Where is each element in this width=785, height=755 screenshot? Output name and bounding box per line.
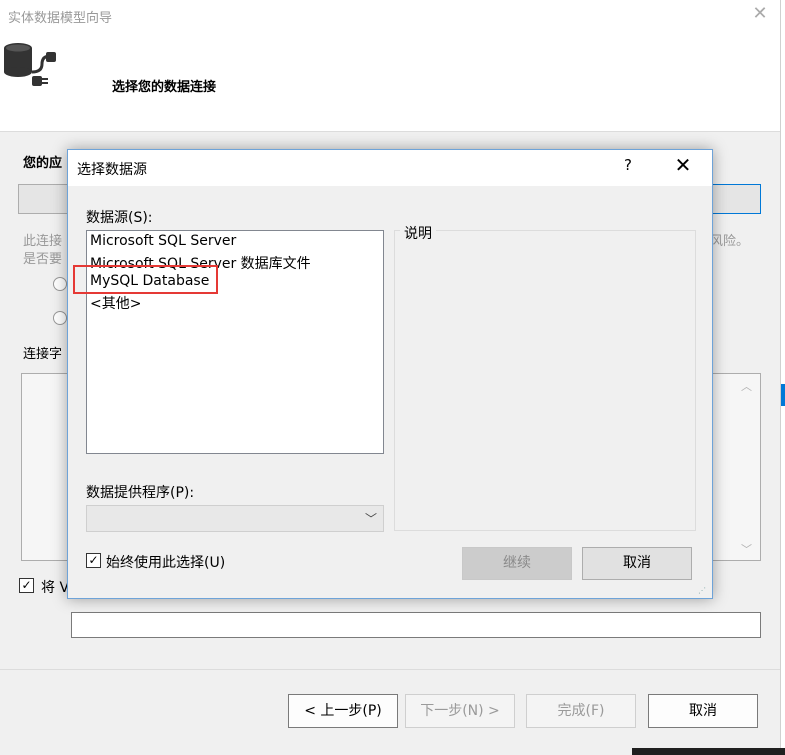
cancel-button[interactable]: 取消 bbox=[582, 547, 692, 580]
connection-string-label: 连接字 bbox=[23, 347, 63, 362]
wizard-title: 实体数据模型向导 bbox=[8, 11, 113, 26]
always-use-checkbox[interactable]: ✓ bbox=[86, 553, 101, 568]
dialog-title: 选择数据源 bbox=[77, 162, 147, 178]
save-connection-label: 将 V bbox=[41, 580, 70, 596]
continue-button[interactable]: 继续 bbox=[462, 547, 572, 580]
description-groupbox bbox=[394, 230, 696, 531]
connection-description-end: 风险。 bbox=[710, 234, 750, 249]
always-use-label[interactable]: 始终使用此选择(U) bbox=[106, 552, 225, 572]
wizard-close-icon[interactable]: ✕ bbox=[748, 2, 772, 26]
background-window-edge bbox=[780, 0, 785, 755]
dialog-titlebar: 选择数据源 ? ✕ bbox=[68, 150, 712, 186]
help-icon[interactable]: ? bbox=[618, 156, 638, 174]
chevron-down-icon: ﹀ bbox=[364, 512, 377, 526]
sensitive-data-radio-no[interactable] bbox=[53, 311, 67, 325]
wizard-cancel-button[interactable]: 取消 bbox=[648, 694, 758, 728]
data-source-label: 数据源(S): bbox=[86, 210, 153, 226]
wizard-subtitle: 选择您的数据连接 bbox=[112, 80, 217, 95]
data-provider-select[interactable]: ﹀ bbox=[86, 505, 384, 532]
connection-description-line2: 是否要 bbox=[23, 252, 63, 267]
scroll-down-icon[interactable]: ﹀ bbox=[741, 541, 752, 557]
description-label: 说明 bbox=[400, 223, 436, 243]
data-provider-label: 数据提供程序(P): bbox=[86, 485, 195, 501]
list-item-other[interactable]: <其他> bbox=[90, 293, 141, 313]
connection-description-line1: 此连接 bbox=[23, 234, 63, 249]
next-button[interactable]: 下一步(N) > bbox=[405, 694, 515, 728]
choose-data-source-dialog: 选择数据源 ? ✕ 数据源(S): Microsoft SQL Server M… bbox=[67, 149, 713, 599]
resize-grip-icon[interactable]: ⋰ bbox=[698, 586, 706, 595]
list-item-sql-server[interactable]: Microsoft SQL Server bbox=[90, 233, 236, 249]
connection-name-input[interactable] bbox=[71, 612, 761, 638]
data-source-list[interactable]: Microsoft SQL Server Microsoft SQL Serve… bbox=[86, 230, 384, 454]
sensitive-data-radio-yes[interactable] bbox=[53, 277, 67, 291]
previous-button[interactable]: < 上一步(P) bbox=[288, 694, 398, 728]
save-connection-checkbox[interactable]: ✓ bbox=[19, 578, 34, 593]
connection-question: 您的应 bbox=[23, 156, 63, 171]
database-connection-icon bbox=[4, 43, 56, 86]
finish-button[interactable]: 完成(F) bbox=[526, 694, 636, 728]
close-icon[interactable]: ✕ bbox=[670, 153, 696, 177]
scroll-up-icon[interactable]: ︿ bbox=[741, 378, 752, 394]
mysql-highlight-box bbox=[73, 265, 218, 294]
taskbar-fragment bbox=[632, 748, 785, 755]
